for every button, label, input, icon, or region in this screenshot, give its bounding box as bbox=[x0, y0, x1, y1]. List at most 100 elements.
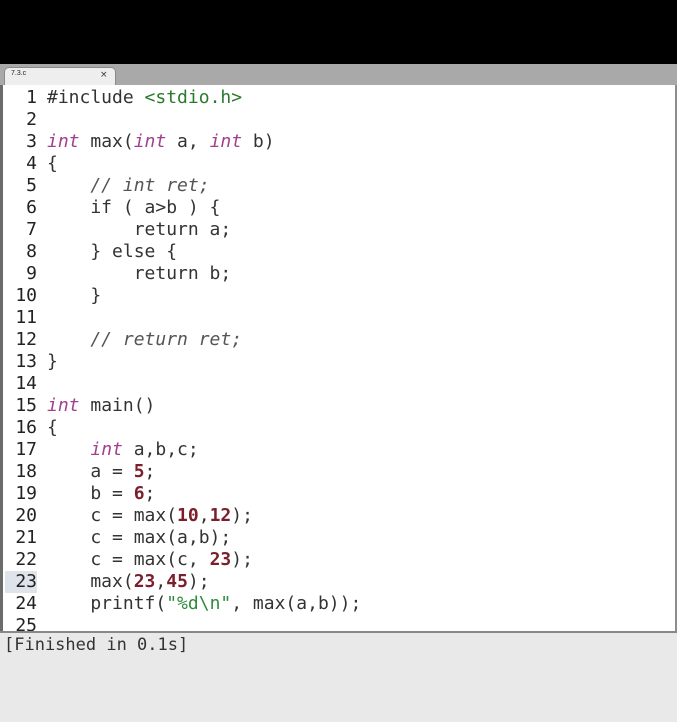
editor-window: 7.3.c × 1 #include <stdio.h> 2 3 int max(int… bbox=[0, 0, 677, 722]
line-code: #include <stdio.h> bbox=[47, 87, 242, 109]
line-code: printf("%d\n", max(a,b)); bbox=[47, 593, 361, 615]
line-number: 22 bbox=[15, 549, 37, 570]
line-number: 5 bbox=[26, 175, 37, 196]
code-token: } bbox=[47, 285, 102, 306]
code-token: return b; bbox=[47, 263, 232, 284]
line-code: int a,b,c; bbox=[47, 439, 199, 461]
line-number: 19 bbox=[15, 483, 37, 504]
line-number: 18 bbox=[15, 461, 37, 482]
line-code: } bbox=[47, 351, 58, 373]
code-token: max( bbox=[47, 571, 134, 592]
line-code: c = max(c, 23); bbox=[47, 549, 253, 571]
code-token: , bbox=[198, 505, 210, 526]
line-number: 10 bbox=[15, 285, 37, 306]
line-code: max(23,45); bbox=[47, 571, 210, 593]
tab-title: 7.3.c bbox=[11, 70, 27, 77]
code-token: main() bbox=[79, 395, 156, 416]
line-number: 14 bbox=[15, 373, 37, 394]
line-code: // return ret; bbox=[47, 329, 242, 351]
code-token: ; bbox=[144, 461, 156, 482]
line-code: int main() bbox=[47, 395, 155, 417]
code-token: { bbox=[47, 417, 58, 438]
line-code: } bbox=[47, 285, 101, 307]
line-number: 23 bbox=[5, 571, 37, 593]
close-icon[interactable]: × bbox=[100, 70, 108, 80]
line-number: 17 bbox=[15, 439, 37, 460]
line-code: { bbox=[47, 153, 58, 175]
line-code: return b; bbox=[47, 263, 232, 285]
line-code: } else { bbox=[47, 241, 177, 263]
line-code: c = max(10,12); bbox=[47, 505, 253, 527]
line-number: 24 bbox=[15, 593, 37, 614]
line-number: 8 bbox=[26, 241, 37, 262]
code-token: ); bbox=[231, 549, 253, 570]
code-token: int bbox=[90, 439, 123, 460]
code-token: int bbox=[133, 131, 167, 152]
code-token: a, bbox=[166, 131, 210, 152]
line-code: { bbox=[47, 417, 58, 439]
code-token: #include bbox=[47, 87, 145, 108]
code-token: b) bbox=[242, 131, 275, 152]
code-token: // int ret; bbox=[47, 175, 210, 196]
line-number: 20 bbox=[15, 505, 37, 526]
build-output-text: [Finished in 0.1s] bbox=[4, 635, 189, 655]
code-token: 5 bbox=[133, 461, 145, 482]
line-code: c = max(a,b); bbox=[47, 527, 231, 549]
code-token: c = max(c, bbox=[47, 549, 210, 570]
line-number: 7 bbox=[26, 219, 37, 240]
line-number: 4 bbox=[26, 153, 37, 174]
code-token: a,b,c; bbox=[122, 439, 199, 460]
code-token: 23 bbox=[133, 571, 156, 592]
line-number: 15 bbox=[15, 395, 37, 416]
code-token: int bbox=[47, 131, 80, 152]
code-token: "%d\n" bbox=[166, 593, 232, 614]
code-token: 23 bbox=[209, 549, 232, 570]
code-token: , max(a,b)); bbox=[231, 593, 362, 614]
code-token: ); bbox=[231, 505, 253, 526]
line-number: 21 bbox=[15, 527, 37, 548]
line-code: return a; bbox=[47, 219, 232, 241]
tab-7-3-c[interactable]: 7.3.c × bbox=[4, 67, 116, 85]
code-token: } else { bbox=[47, 241, 178, 262]
line-number: 1 bbox=[26, 87, 37, 108]
code-token: 45 bbox=[166, 571, 188, 592]
code-token: 10 bbox=[177, 505, 199, 526]
code-token: <stdio.h> bbox=[144, 87, 243, 108]
line-code: if ( a>b ) { bbox=[47, 197, 220, 219]
tab-bar: 7.3.c × bbox=[0, 64, 677, 85]
code-token: b = bbox=[47, 483, 134, 504]
code-token: int bbox=[47, 395, 80, 416]
code-token: return a; bbox=[47, 219, 232, 240]
code-token: } bbox=[47, 351, 58, 372]
code-token: ; bbox=[144, 483, 156, 504]
line-number: 6 bbox=[26, 197, 37, 218]
code-token: max( bbox=[79, 131, 134, 152]
code-token: c = max( bbox=[47, 505, 178, 526]
code-token: , bbox=[155, 571, 167, 592]
line-code: int max(int a, int b) bbox=[47, 131, 275, 153]
code-token: c = max(a,b); bbox=[47, 527, 232, 548]
code-token: printf( bbox=[47, 593, 167, 614]
line-number: 2 bbox=[26, 109, 37, 130]
code-token: 12 bbox=[209, 505, 232, 526]
code-editor[interactable]: 1 #include <stdio.h> 2 3 int max(int a, int … bbox=[0, 85, 677, 631]
line-code: // int ret; bbox=[47, 175, 210, 197]
code-token: int bbox=[209, 131, 243, 152]
line-number: 16 bbox=[15, 417, 37, 438]
line-number: 13 bbox=[15, 351, 37, 372]
build-output-panel: [Finished in 0.1s] bbox=[0, 631, 677, 722]
code-token: if ( a>b ) { bbox=[47, 197, 221, 218]
top-black-bar bbox=[0, 0, 677, 64]
line-code: a = 5; bbox=[47, 461, 155, 483]
code-token: ); bbox=[187, 571, 210, 592]
line-code: b = 6; bbox=[47, 483, 155, 505]
line-number: 3 bbox=[26, 131, 37, 152]
code-token: // return ret; bbox=[47, 329, 243, 350]
line-number: 9 bbox=[26, 263, 37, 284]
code-token: 6 bbox=[133, 483, 145, 504]
line-number: 25 bbox=[15, 615, 37, 631]
code-token: a = bbox=[47, 461, 134, 482]
code-token: { bbox=[47, 153, 58, 174]
line-number: 11 bbox=[15, 307, 37, 328]
